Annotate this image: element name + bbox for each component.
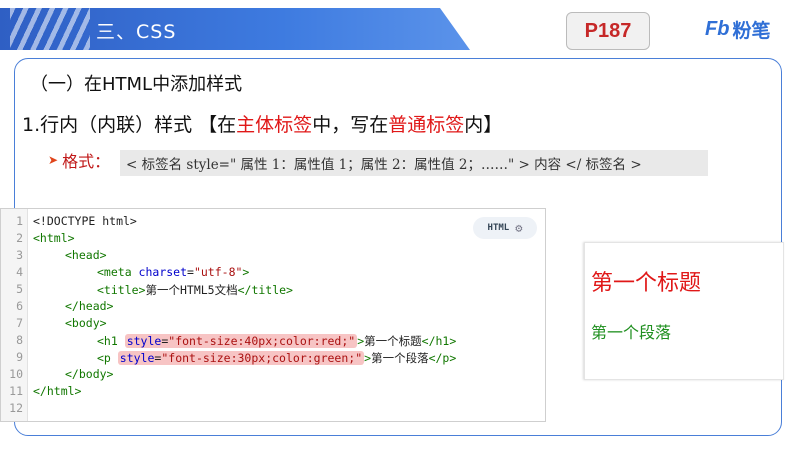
code-token: </title> <box>237 283 293 297</box>
code-token: 第一个HTML5文档 <box>145 283 238 297</box>
language-label: HTML <box>487 223 510 233</box>
subtitle-red1: 主体标签 <box>236 114 313 136</box>
code-text: </html> <box>33 384 82 398</box>
line-number: 1 <box>16 214 23 228</box>
code-token: <h1 <box>97 334 125 348</box>
code-text: <head> <box>65 248 107 262</box>
line-number: 9 <box>16 350 23 364</box>
code-token: <meta <box>97 265 139 279</box>
line-number: 8 <box>16 333 23 347</box>
language-badge[interactable]: HTML ⚙ <box>473 217 537 239</box>
format-code: < 标签名 style=" 属性 1：属性值 1；属性 2：属性值 2；……" … <box>120 150 708 176</box>
line-number: 4 <box>16 265 23 279</box>
logo-icon: Fb <box>705 18 730 40</box>
preview-paragraph: 第一个段落 <box>591 323 672 342</box>
preview-heading: 第一个标题 <box>591 271 702 296</box>
code-text: <html> <box>33 231 75 245</box>
code-panel: HTML ⚙ 1 <!DOCTYPE html> 2 <html> 3 <head> … <box>0 208 546 422</box>
code-token: charset <box>138 265 188 279</box>
code-text: <!DOCTYPE html> <box>33 214 137 228</box>
code-text: <title>第一个HTML5文档</title> <box>97 282 293 298</box>
code-token: style <box>119 351 155 365</box>
brand-logo: Fb 粉笔 <box>705 16 770 43</box>
banner-title: 三、CSS <box>96 21 177 43</box>
code-text: <meta charset="utf-8"> <box>97 265 249 279</box>
subtitle-red2: 普通标签 <box>388 114 465 136</box>
gear-icon[interactable]: ⚙ <box>515 221 522 235</box>
code-token: 第一个段落 <box>371 351 429 365</box>
header-banner: 三、CSS <box>0 8 470 50</box>
line-number: 12 <box>9 401 23 415</box>
line-number: 11 <box>9 384 23 398</box>
code-token: </p> <box>428 351 457 365</box>
code-token: <p <box>97 351 118 365</box>
line-number: 10 <box>9 367 23 381</box>
line-number: 5 <box>16 282 23 296</box>
line-number: 7 <box>16 316 23 330</box>
arrow-icon: ➤ <box>48 153 59 167</box>
highlight: style="font-size:40px;color:red;" <box>124 334 358 348</box>
logo-text: 粉笔 <box>732 20 771 42</box>
line-number: 2 <box>16 231 23 245</box>
highlight: style="font-size:30px;color:green;" <box>117 351 365 365</box>
subtitle-part2: 中，写在 <box>312 114 389 136</box>
code-token: "font-size:40px;color:red;" <box>168 334 356 348</box>
page-number: P187 <box>566 12 650 50</box>
code-token: style <box>126 334 162 348</box>
format-label: ➤ 格式： <box>48 148 110 172</box>
code-text: <h1 style="font-size:40px;color:red;" >第一… <box>97 333 456 349</box>
line-number: 3 <box>16 248 23 262</box>
code-token: </h1> <box>421 334 457 348</box>
code-token: = <box>187 265 194 279</box>
render-preview: 第一个标题 第一个段落 <box>584 242 784 380</box>
subtitle-part1: 1.行内（内联）样式 【在 <box>22 114 237 136</box>
code-text: </body> <box>65 367 114 381</box>
code-token: <title> <box>97 283 146 297</box>
code-text: </head> <box>65 299 114 313</box>
code-text: <body> <box>65 316 107 330</box>
subtitle: 1.行内（内联）样式 【在主体标签中，写在普通标签内】 <box>22 110 502 137</box>
section-title: （一）在HTML中添加样式 <box>30 74 243 95</box>
code-token: "font-size:30px;color:green;" <box>161 351 363 365</box>
code-token: 第一个标题 <box>364 334 422 348</box>
line-number: 6 <box>16 299 23 313</box>
code-token: "utf-8" <box>193 265 243 279</box>
format-label-text: 格式： <box>62 152 111 171</box>
code-text: <p style="font-size:30px;color:green;" >第… <box>97 350 456 366</box>
banner-stripes <box>10 8 90 50</box>
code-token: > <box>242 265 250 279</box>
subtitle-part3: 内】 <box>464 114 503 136</box>
